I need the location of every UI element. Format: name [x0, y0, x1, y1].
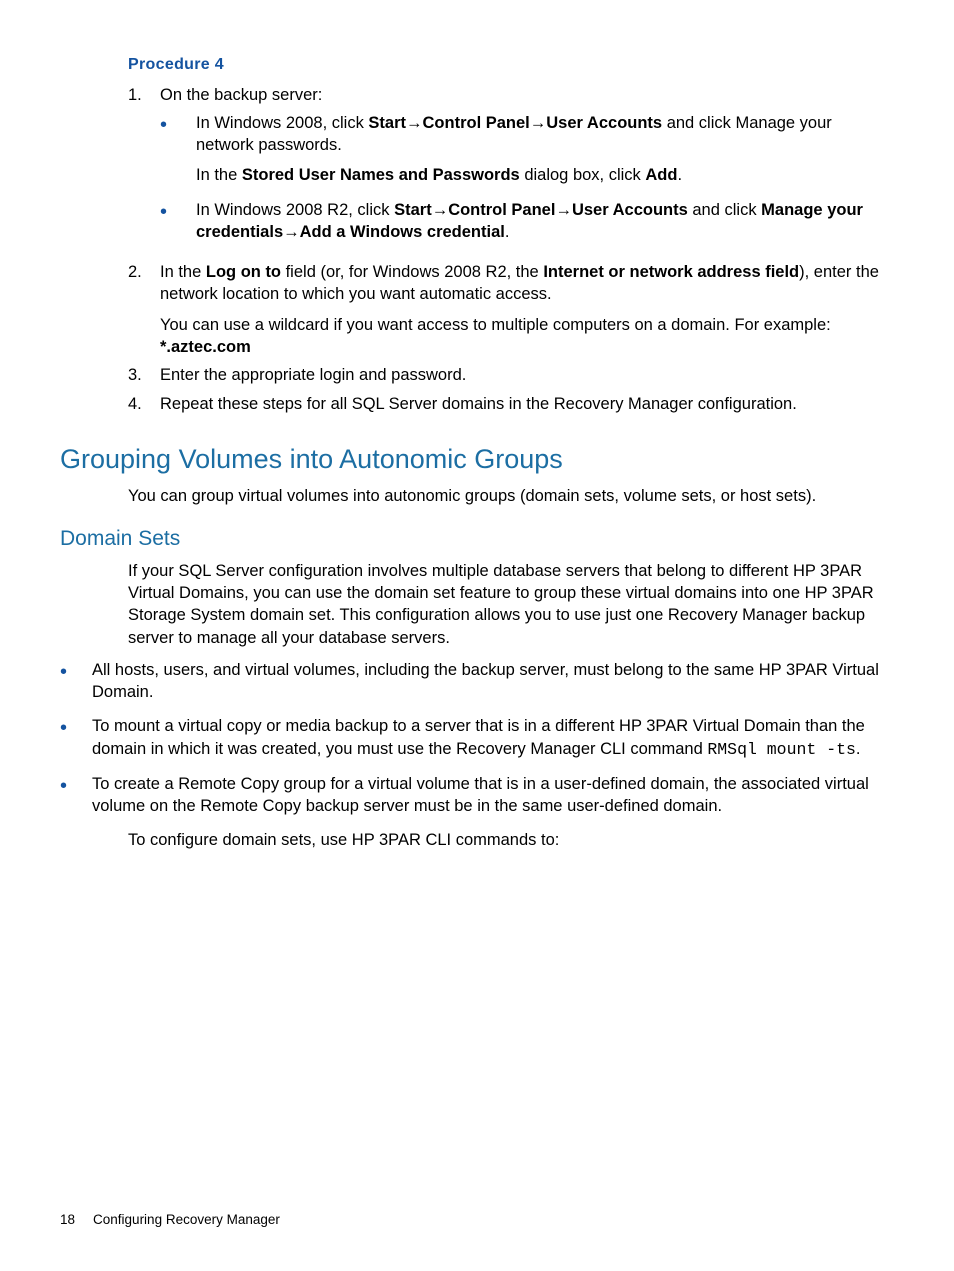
bullet-icon: • — [60, 773, 92, 818]
item-number: 3. — [128, 364, 160, 386]
item-content: In the Log on to field (or, for Windows … — [160, 261, 894, 358]
paragraph: To configure domain sets, use HP 3PAR CL… — [128, 829, 894, 851]
section-heading: Grouping Volumes into Autonomic Groups — [60, 441, 894, 477]
list-item: • To create a Remote Copy group for a vi… — [60, 773, 894, 818]
bullet-content: In Windows 2008, click Start→Control Pan… — [196, 112, 894, 187]
paragraph: In Windows 2008, click Start→Control Pan… — [196, 112, 894, 157]
paragraph: You can use a wildcard if you want acces… — [160, 314, 894, 359]
bullet-icon: • — [160, 112, 196, 187]
paragraph: In the Log on to field (or, for Windows … — [160, 261, 894, 306]
list-item: 4. Repeat these steps for all SQL Server… — [128, 393, 894, 415]
list-item: 3. Enter the appropriate login and passw… — [128, 364, 894, 386]
list-item: • In Windows 2008, click Start→Control P… — [160, 112, 894, 187]
bullet-icon: • — [60, 659, 92, 704]
footer-section: Configuring Recovery Manager — [93, 1212, 280, 1227]
bullet-content: All hosts, users, and virtual volumes, i… — [92, 659, 894, 704]
paragraph: You can group virtual volumes into auton… — [128, 485, 894, 507]
list-item: 1. On the backup server: • In Windows 20… — [128, 84, 894, 256]
page-number: 18 — [60, 1212, 75, 1227]
bullet-content: To mount a virtual copy or media backup … — [92, 715, 894, 761]
item-number: 1. — [128, 84, 160, 256]
paragraph: If your SQL Server configuration involve… — [128, 560, 894, 649]
subsection-heading: Domain Sets — [60, 525, 894, 553]
item-content: Repeat these steps for all SQL Server do… — [160, 393, 894, 415]
list-item: • All hosts, users, and virtual volumes,… — [60, 659, 894, 704]
page-container: Procedure 4 1. On the backup server: • I… — [0, 0, 954, 1271]
procedure-heading: Procedure 4 — [128, 54, 894, 76]
item-number: 2. — [128, 261, 160, 358]
nested-bullets: • In Windows 2008, click Start→Control P… — [160, 112, 894, 243]
item-number: 4. — [128, 393, 160, 415]
bullet-content: In Windows 2008 R2, click Start→Control … — [196, 199, 894, 244]
item-content: Enter the appropriate login and password… — [160, 364, 894, 386]
lead-text: On the backup server: — [160, 84, 894, 106]
domain-sets-bullets: • All hosts, users, and virtual volumes,… — [60, 659, 894, 818]
list-item: • To mount a virtual copy or media backu… — [60, 715, 894, 761]
bullet-icon: • — [160, 199, 196, 244]
procedure-list: 1. On the backup server: • In Windows 20… — [128, 84, 894, 415]
list-item: • In Windows 2008 R2, click Start→Contro… — [160, 199, 894, 244]
paragraph: In the Stored User Names and Passwords d… — [196, 164, 894, 186]
bullet-icon: • — [60, 715, 92, 761]
bullet-content: To create a Remote Copy group for a virt… — [92, 773, 894, 818]
list-item: 2. In the Log on to field (or, for Windo… — [128, 261, 894, 358]
page-footer: 18 Configuring Recovery Manager — [60, 1211, 280, 1229]
item-content: On the backup server: • In Windows 2008,… — [160, 84, 894, 256]
